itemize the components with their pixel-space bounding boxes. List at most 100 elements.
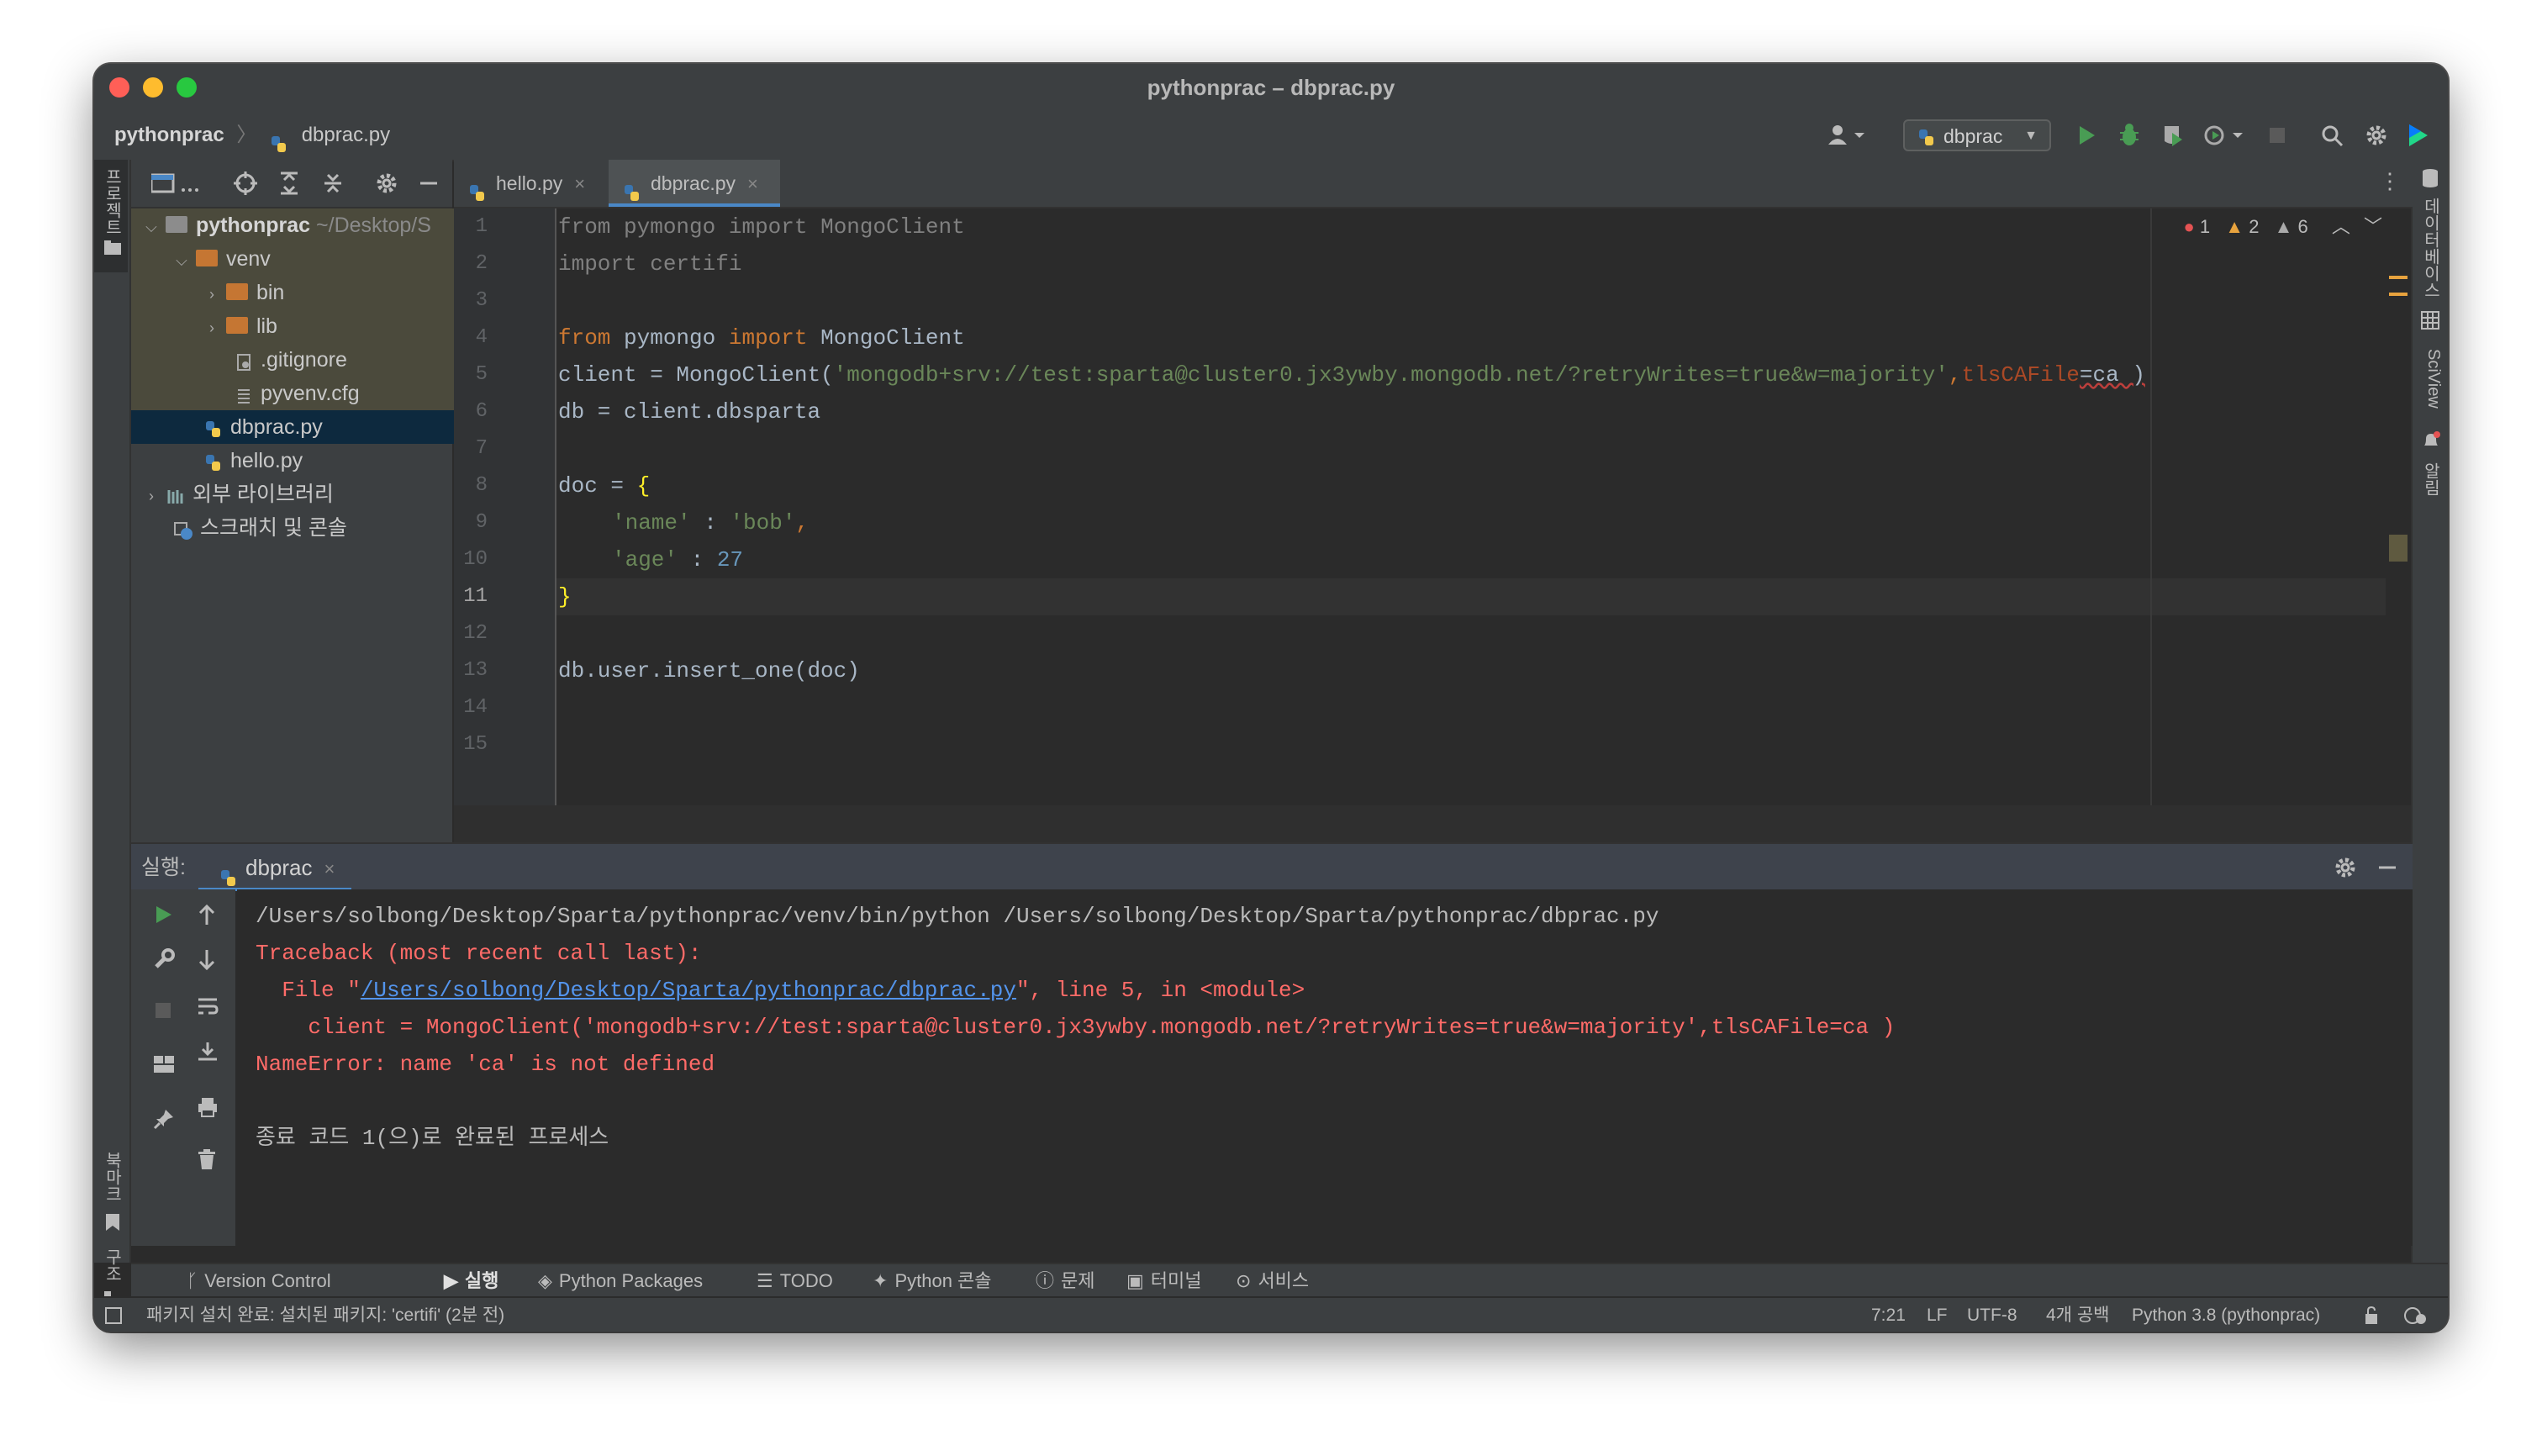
tab-dbprac-py[interactable]: dbprac.py × xyxy=(609,160,780,207)
caret-stripe-mark[interactable] xyxy=(2389,535,2408,562)
tool-terminal[interactable]: ▣ 터미널 xyxy=(1126,1264,1202,1298)
console-file-line: File "/Users/solbong/Desktop/Sparta/pyth… xyxy=(256,978,1305,1003)
warning-stripe-mark[interactable] xyxy=(2389,293,2408,296)
coverage-icon[interactable] xyxy=(2160,121,2186,150)
close-tab-icon[interactable]: × xyxy=(324,858,335,879)
traceback-file-link[interactable]: /Users/solbong/Desktop/Sparta/pythonprac… xyxy=(361,978,1016,1003)
previous-highlight-icon[interactable]: ︿ xyxy=(2332,216,2350,237)
tool-version-control[interactable]: ᚴ Version Control xyxy=(187,1264,331,1298)
chevron-right-icon: › xyxy=(209,286,214,303)
indent-setting[interactable]: 4개 공백 xyxy=(2046,1298,2109,1332)
rerun-icon[interactable] xyxy=(153,903,173,931)
line-number: 12 xyxy=(463,622,488,645)
caret-line-highlight xyxy=(556,578,2386,615)
file-encoding[interactable]: UTF-8 xyxy=(1967,1298,2017,1332)
status-message[interactable]: 패키지 설치 완료: 설치된 패키지: 'certifi' (2분 전) xyxy=(146,1298,504,1332)
scroll-to-end-icon[interactable] xyxy=(197,1041,219,1067)
collapse-all-icon[interactable] xyxy=(321,171,345,199)
line-number: 9 xyxy=(475,511,488,534)
bookmarks-tool-tab[interactable]: 북마크 xyxy=(99,1143,124,1211)
project-tool-tab[interactable]: 프로젝트 xyxy=(99,168,124,235)
folder-icon xyxy=(104,240,121,260)
account-icon[interactable] xyxy=(1826,121,1868,150)
run-configuration-select[interactable]: dbprac ▼ xyxy=(1903,119,2051,151)
more-tabs-icon[interactable]: ⋮ xyxy=(2379,168,2401,194)
tree-item-root[interactable]: ⌵ pythonprac ~/Desktop/S xyxy=(131,208,464,242)
line-separator[interactable]: LF xyxy=(1927,1298,1948,1332)
line-number: 1 xyxy=(475,215,488,238)
locate-file-icon[interactable] xyxy=(234,171,257,199)
view-select-icon[interactable] xyxy=(150,171,202,199)
arrow-up-icon[interactable] xyxy=(197,903,217,931)
tool-todo[interactable]: ☰ TODO xyxy=(757,1264,833,1298)
tree-item-label: pythonprac xyxy=(195,214,311,237)
toggle-tool-windows-icon[interactable] xyxy=(104,1298,123,1332)
run-panel-label: 실행: xyxy=(141,856,186,879)
tool-problems[interactable]: ⓘ 문제 xyxy=(1036,1264,1095,1298)
weak-warning-icon: ▲ xyxy=(2274,216,2293,237)
ide-window: pythonprac – dbprac.py pythonprac 〉 dbpr… xyxy=(94,64,2448,1332)
code-line-9: 'name' : 'bob', xyxy=(612,510,810,535)
sciview-tool-tab[interactable]: SciView xyxy=(2418,336,2443,420)
notifications-icon[interactable] xyxy=(2402,1298,2428,1332)
stop-icon[interactable] xyxy=(2266,121,2288,150)
play-icon: ▶ xyxy=(444,1270,458,1291)
gear-icon[interactable] xyxy=(2364,121,2389,150)
arrow-down-icon[interactable] xyxy=(197,948,217,976)
trash-icon[interactable] xyxy=(197,1148,217,1174)
layout-icon[interactable] xyxy=(153,1054,175,1079)
soft-wrap-icon[interactable] xyxy=(197,995,219,1021)
warning-stripe-mark[interactable] xyxy=(2389,276,2408,279)
run-tab-dbprac[interactable]: dbprac × xyxy=(198,844,352,891)
tool-python-packages[interactable]: ◈ Python Packages xyxy=(538,1264,703,1298)
database-tool-tab[interactable]: 데이터베이스 xyxy=(2418,193,2443,303)
tab-hello-py[interactable]: hello.py × xyxy=(454,160,605,207)
run-icon[interactable] xyxy=(2075,121,2098,150)
print-icon[interactable] xyxy=(197,1096,219,1122)
tree-item-external-libraries[interactable]: › 외부 라이브러리 xyxy=(131,477,464,511)
python-file-icon xyxy=(269,124,289,152)
line-number: 13 xyxy=(463,659,488,682)
run-panel-header: 실행: dbprac × xyxy=(131,842,2413,891)
console-exit-message: 종료 코드 1(으)로 완료된 프로세스 xyxy=(256,1126,609,1151)
settings-gear-icon[interactable] xyxy=(375,171,398,199)
problems-icon: ⓘ xyxy=(1036,1270,1055,1291)
debug-icon[interactable] xyxy=(2117,121,2142,150)
config-file-icon xyxy=(234,382,254,404)
tool-run[interactable]: ▶ 실행 xyxy=(444,1264,498,1298)
tree-item-scratches[interactable]: 스크래치 및 콘솔 xyxy=(131,511,494,545)
close-tab-icon[interactable]: × xyxy=(574,173,585,194)
tool-python-console[interactable]: ✦ Python 콘솔 xyxy=(873,1264,992,1298)
structure-tool-tab[interactable]: 구조 xyxy=(99,1244,124,1286)
folder-icon xyxy=(225,283,248,301)
python-interpreter[interactable]: Python 3.8 (pythonprac) xyxy=(2132,1298,2320,1332)
hide-icon[interactable] xyxy=(417,171,440,199)
code-editor[interactable]: 1 2 3 4 5 6 7 8 9 10 11 12 13 14 15 from pymongo impor… xyxy=(454,208,2411,842)
breadcrumb-project[interactable]: pythonprac xyxy=(114,124,224,146)
close-tab-icon[interactable]: × xyxy=(747,173,758,194)
tree-item-label: dbprac.py xyxy=(230,415,323,439)
next-highlight-icon[interactable]: ﹀ xyxy=(2364,216,2382,237)
run-console[interactable]: /Users/solbong/Desktop/Sparta/pythonprac… xyxy=(237,889,2413,1246)
error-icon: ● xyxy=(2183,216,2195,237)
inspection-widget[interactable]: ● 1 ▲ 2 ▲ 6 ︿ ﹀ xyxy=(2183,208,2382,245)
tool-services[interactable]: ⊙ 서비스 xyxy=(1236,1264,1309,1298)
tree-item-venv[interactable]: ⌵ venv xyxy=(131,242,494,276)
pin-icon[interactable] xyxy=(153,1108,175,1134)
expand-all-icon[interactable] xyxy=(277,171,301,199)
lock-icon[interactable] xyxy=(2364,1298,2382,1332)
stop-icon[interactable] xyxy=(153,1000,173,1025)
services-icon: ⊙ xyxy=(1236,1270,1252,1291)
line-number: 3 xyxy=(475,289,488,312)
title-bar: pythonprac – dbprac.py xyxy=(94,64,2448,111)
notifications-tool-tab[interactable]: 알림 xyxy=(2418,454,2443,504)
caret-position[interactable]: 7:21 xyxy=(1871,1298,1906,1332)
search-icon[interactable] xyxy=(2320,121,2345,150)
breadcrumb-file[interactable]: dbprac.py xyxy=(302,124,390,146)
run-settings-gear-icon[interactable] xyxy=(2334,856,2357,884)
hide-panel-icon[interactable] xyxy=(2376,856,2399,884)
profile-icon[interactable] xyxy=(2202,121,2244,150)
jetbrains-toolbox-icon[interactable] xyxy=(2406,121,2431,150)
line-number: 14 xyxy=(463,696,488,719)
wrench-icon[interactable] xyxy=(153,948,175,974)
